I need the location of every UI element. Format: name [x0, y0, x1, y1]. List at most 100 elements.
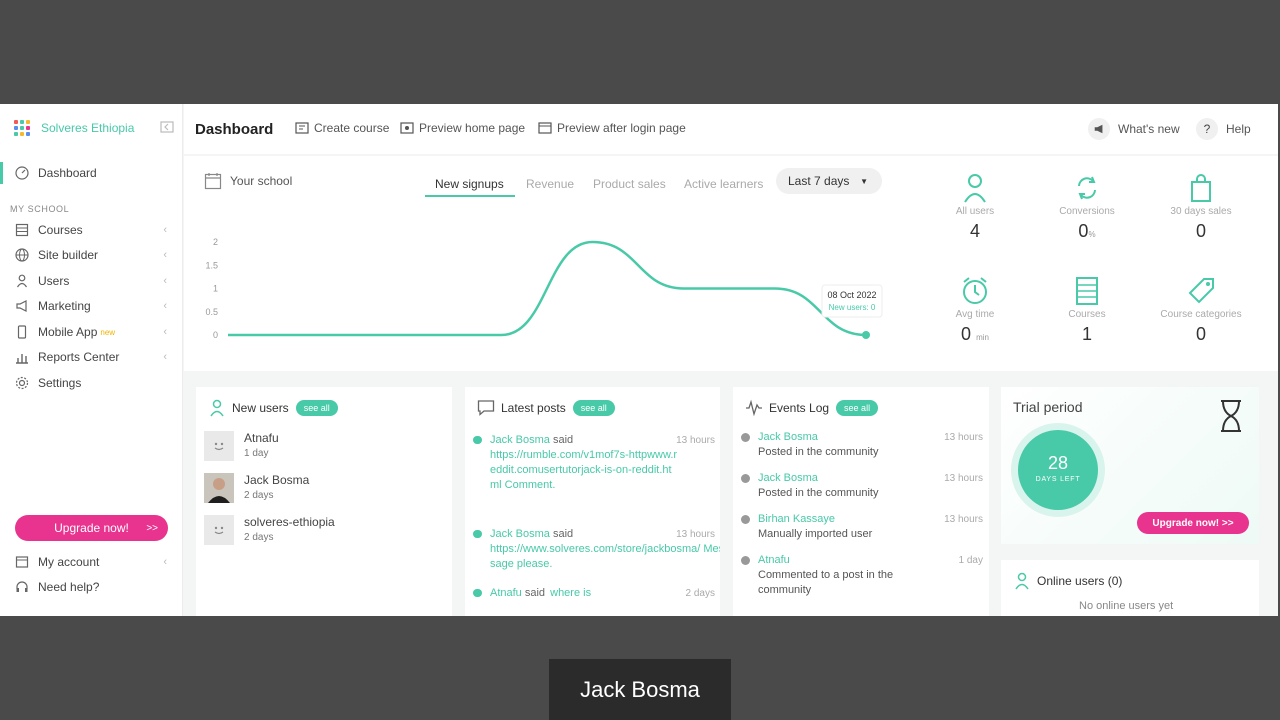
stat-course-categories[interactable]: Course categories 0: [1146, 275, 1256, 345]
sidebar-item-dashboard[interactable]: Dashboard: [0, 162, 183, 184]
latest-posts-title: Latest posts: [501, 401, 566, 415]
sidebar-item-mobile-app[interactable]: Mobile App new ‹: [0, 321, 183, 343]
post-author[interactable]: Atnafu: [490, 587, 522, 599]
preview-home-link[interactable]: Preview home page: [400, 121, 525, 135]
user-info: Jack Bosma 2 days: [244, 473, 309, 501]
event-item[interactable]: Atnafu Commented to a post in the commun…: [741, 553, 989, 598]
post-said: said: [524, 587, 546, 599]
whats-new-label: What's new: [1118, 122, 1180, 136]
stat-label: 30 days sales: [1170, 206, 1232, 217]
avatar: [204, 515, 234, 545]
tooltip-date: 08 Oct 2022: [827, 290, 876, 300]
whats-new-button[interactable]: What's new: [1088, 116, 1180, 142]
upgrade-label: Upgrade now!: [1152, 517, 1220, 529]
activity-icon: [746, 399, 762, 417]
create-course-link[interactable]: Create course: [295, 121, 389, 135]
sidebar-item-label: Users: [38, 274, 70, 288]
chat-bubble-icon: [473, 530, 482, 538]
stat-courses[interactable]: Courses 1: [1032, 275, 1142, 345]
stat-value: 4: [920, 221, 1030, 242]
sidebar-item-my-account[interactable]: My account ‹: [0, 551, 183, 573]
page-title: Dashboard: [195, 121, 274, 138]
courses-icon: [14, 222, 30, 238]
post-said: said: [552, 528, 574, 540]
online-users-empty: No online users yet: [1079, 600, 1174, 612]
user-row[interactable]: Jack Bosma 2 days: [204, 473, 309, 503]
sidebar-item-label: Mobile App: [38, 325, 98, 339]
post-author[interactable]: Jack Bosma: [490, 528, 550, 540]
event-description: Posted in the community: [758, 446, 879, 458]
post-body[interactable]: https://rumble.com/v1mof7s-httpwww.reddi…: [490, 448, 680, 493]
chevron-left-icon: ‹: [163, 224, 167, 236]
post-time: 2 days: [685, 588, 715, 599]
brand-logo-dot: [20, 126, 24, 130]
see-all-button[interactable]: see all: [836, 400, 879, 416]
see-all-button[interactable]: see all: [572, 400, 615, 416]
trial-title: Trial period: [1013, 399, 1083, 415]
user-row[interactable]: solveres-ethiopia 2 days: [204, 515, 335, 545]
days-left-circle: 28 DAYS LEFT: [1018, 430, 1098, 510]
active-tab-indicator: [425, 195, 515, 197]
user-row[interactable]: Atnafu 1 day: [204, 431, 279, 461]
stat-avg-time[interactable]: Avg time 0 min: [920, 275, 1030, 345]
stat-conversions[interactable]: Conversions 0%: [1032, 172, 1142, 242]
stat-all-users[interactable]: All users 4: [920, 172, 1030, 242]
trial-upgrade-button[interactable]: Upgrade now! >>: [1137, 512, 1249, 534]
sidebar-item-courses[interactable]: Courses ‹: [0, 219, 183, 241]
sidebar-item-reports-center[interactable]: Reports Center ‹: [0, 346, 183, 368]
chevron-left-icon: ‹: [163, 556, 167, 568]
avatar: [204, 473, 234, 503]
stat-unit: min: [976, 333, 989, 342]
post-body[interactable]: https://www.solveres.com/store/jackbosma…: [490, 542, 720, 572]
days-left-number: 28: [1047, 453, 1069, 473]
new-users-card: New users see all Atnafu 1 day Jack Bosm…: [196, 387, 452, 616]
event-item[interactable]: Jack Bosma Posted in the community 13 ho…: [741, 471, 989, 501]
sidebar-item-label: My account: [38, 555, 100, 569]
post-author[interactable]: Jack Bosma: [490, 434, 550, 446]
post-item[interactable]: Atnafu said where is 2 days: [473, 586, 720, 601]
brand[interactable]: Solveres Ethiopia: [14, 120, 134, 136]
sidebar-item-need-help[interactable]: Need help?: [0, 576, 183, 598]
reports-icon: [14, 349, 30, 365]
collapse-sidebar-icon[interactable]: [160, 121, 174, 133]
events-log-header: Events Log see all: [745, 399, 879, 417]
tab-product-sales[interactable]: Product sales: [593, 177, 666, 191]
post-item[interactable]: Jack Bosma said 13 hours https://rumble.…: [473, 433, 720, 493]
period-select[interactable]: Last 7 days ▼: [776, 168, 882, 194]
stat-30-days-sales[interactable]: 30 days sales 0: [1146, 172, 1256, 242]
preview-icon: [538, 122, 552, 134]
user-info: solveres-ethiopia 2 days: [244, 515, 335, 543]
see-all-button[interactable]: see all: [295, 400, 338, 416]
chat-bubble-icon: [741, 433, 750, 442]
question-icon: ?: [1196, 118, 1218, 140]
chat-bubble-icon: [473, 589, 482, 597]
tab-active-learners[interactable]: Active learners: [684, 177, 763, 191]
upgrade-button[interactable]: Upgrade now! >>: [15, 515, 168, 541]
event-user[interactable]: Atnafu: [758, 553, 989, 568]
brand-logo-icon: [14, 120, 30, 136]
brand-logo-dot: [20, 120, 24, 124]
sidebar-item-settings[interactable]: Settings: [0, 372, 183, 394]
stat-label: Conversions: [1059, 206, 1115, 217]
y-tick-label: 1: [213, 284, 218, 294]
y-tick-label: 2: [213, 237, 218, 247]
post-body[interactable]: where is: [550, 587, 591, 599]
tab-new-signups[interactable]: New signups: [435, 177, 504, 191]
y-tick-label: 0: [213, 330, 218, 340]
event-item[interactable]: Jack Bosma Posted in the community 13 ho…: [741, 430, 989, 460]
sidebar-item-marketing[interactable]: Marketing ‹: [0, 295, 183, 317]
preview-after-login-link[interactable]: Preview after login page: [538, 121, 686, 135]
comment-icon: [741, 556, 750, 565]
event-item[interactable]: Birhan Kassaye Manually imported user 13…: [741, 512, 989, 542]
help-button[interactable]: ? Help: [1196, 116, 1251, 142]
post-time: 13 hours: [676, 435, 715, 446]
chevron-left-icon: ‹: [163, 249, 167, 261]
event-time: 13 hours: [944, 432, 983, 443]
chevron-left-icon: ‹: [163, 275, 167, 287]
sidebar-item-users[interactable]: Users ‹: [0, 270, 183, 292]
phone-icon: [14, 324, 30, 340]
tab-revenue[interactable]: Revenue: [526, 177, 574, 191]
post-item[interactable]: Jack Bosma said 13 hours https://www.sol…: [473, 527, 720, 572]
sidebar-item-site-builder[interactable]: Site builder ‹: [0, 244, 183, 266]
stat-number: 4: [969, 221, 980, 241]
